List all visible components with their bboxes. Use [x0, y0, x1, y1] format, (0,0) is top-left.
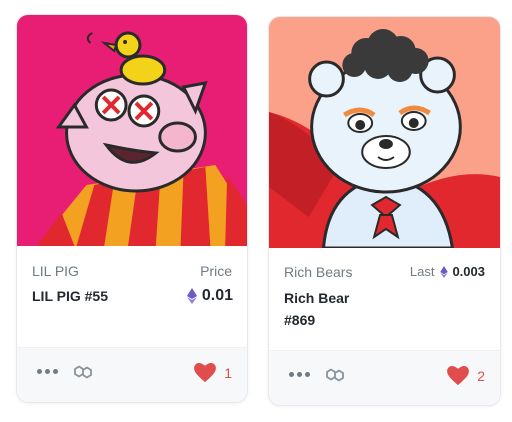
price-value: 0.003 — [452, 264, 485, 279]
nft-image-lil-pig[interactable] — [17, 15, 247, 246]
like-count: 1 — [224, 365, 232, 381]
like-button[interactable]: 1 — [194, 363, 232, 383]
ethereum-icon — [440, 265, 449, 278]
like-count: 2 — [477, 368, 485, 384]
heart-icon — [447, 366, 470, 386]
nft-image-rich-bear[interactable] — [269, 17, 500, 248]
more-dots-icon[interactable] — [37, 369, 58, 374]
card-info: Rich Bears Rich Bear #869 Last 0.003 — [269, 248, 500, 351]
heart-icon — [194, 363, 217, 383]
nft-name[interactable]: LIL PIG #55 — [32, 285, 108, 307]
card-footer: 1 — [17, 347, 247, 402]
collection-name[interactable]: LIL PIG — [32, 263, 79, 279]
more-dots-icon[interactable] — [289, 372, 310, 377]
card-info: LIL PIG LIL PIG #55 Price 0.01 — [17, 246, 247, 349]
last-price-container: Last 0.003 — [410, 264, 485, 279]
like-button[interactable]: 2 — [447, 366, 485, 386]
polygon-chain-icon[interactable] — [72, 363, 94, 381]
ethereum-icon — [186, 288, 197, 304]
price-label: Price — [200, 263, 232, 279]
polygon-chain-icon[interactable] — [324, 366, 346, 384]
nft-card-lil-pig[interactable]: LIL PIG LIL PIG #55 Price 0.01 1 — [16, 14, 248, 403]
collection-name[interactable]: Rich Bears — [284, 264, 352, 280]
nft-card-rich-bear[interactable]: Rich Bears Rich Bear #869 Last 0.003 2 — [268, 16, 501, 406]
price-value: 0.01 — [201, 287, 233, 304]
price-value-container: 0.003 — [440, 264, 485, 279]
card-footer: 2 — [269, 350, 500, 405]
price-value-container: 0.01 — [186, 287, 233, 305]
price-label: Last — [409, 264, 435, 279]
nft-name[interactable]: Rich Bear #869 — [284, 287, 384, 331]
